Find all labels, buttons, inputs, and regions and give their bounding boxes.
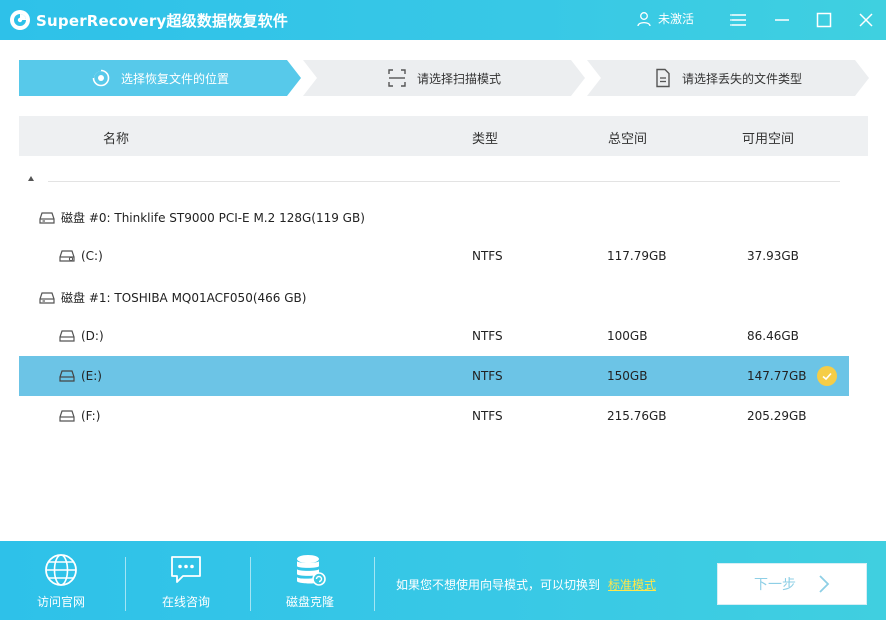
user-account[interactable]: 未激活	[636, 10, 694, 27]
divider	[374, 557, 375, 611]
partition-free: 147.77GB	[747, 369, 807, 383]
user-icon	[637, 11, 651, 26]
close-icon[interactable]	[856, 10, 876, 30]
menu-icon[interactable]	[729, 10, 749, 30]
partition-name: (F:)	[81, 409, 101, 423]
drive-icon	[59, 410, 75, 422]
partition-total: 215.76GB	[607, 409, 667, 423]
header-free: 可用空间	[742, 132, 795, 147]
partition-type: NTFS	[472, 369, 503, 383]
drive-icon	[59, 330, 75, 342]
minimize-icon[interactable]	[772, 10, 792, 30]
step-label: 请选择扫描模式	[416, 71, 501, 86]
step-label: 请选择丢失的文件类型	[681, 71, 802, 86]
disk-row[interactable]: 磁盘 #1: TOSHIBA MQ01ACF050(466 GB)	[19, 276, 849, 316]
divider	[250, 557, 251, 611]
mode-switch-hint: 如果您不想使用向导模式，可以切换到 标准模式	[396, 576, 656, 593]
app-title: SuperRecovery超级数据恢复软件	[36, 12, 289, 30]
partition-free: 86.46GB	[747, 329, 799, 343]
partition-name: (D:)	[81, 329, 104, 343]
partition-free: 37.93GB	[747, 249, 799, 263]
partition-type: NTFS	[472, 409, 503, 423]
disk-row[interactable]: 磁盘 #0: Thinklife ST9000 PCI-E M.2 128G(1…	[19, 196, 849, 236]
tree-collapse-toggle[interactable]	[28, 172, 840, 186]
partition-name: (C:)	[81, 249, 103, 263]
header-name: 名称	[103, 132, 130, 147]
globe-icon	[45, 554, 77, 586]
partition-type: NTFS	[472, 329, 503, 343]
collapse-arrow-icon[interactable]	[28, 176, 34, 181]
divider	[125, 557, 126, 611]
system-drive-icon	[59, 250, 75, 262]
hard-disk-icon	[39, 211, 55, 224]
next-step-button[interactable]: 下一步	[717, 563, 867, 605]
table-header: 名称 类型 总空间 可用空间	[19, 116, 868, 156]
document-icon	[656, 68, 670, 88]
app-logo-icon	[10, 10, 30, 30]
hint-text: 如果您不想使用向导模式，可以切换到	[396, 578, 601, 592]
disk-label: 磁盘 #1: TOSHIBA MQ01ACF050(466 GB)	[61, 291, 307, 305]
maximize-icon[interactable]	[814, 10, 834, 30]
title-bar: SuperRecovery超级数据恢复软件 未激活	[0, 0, 886, 40]
footer-label: 在线咨询	[161, 595, 210, 609]
disk-clone-button[interactable]: 磁盘克隆	[265, 553, 355, 610]
chevron-right-icon	[819, 575, 830, 593]
footer-label: 访问官网	[36, 595, 85, 609]
next-step-label: 下一步	[754, 577, 796, 593]
partition-total: 100GB	[607, 329, 648, 343]
partition-row-e[interactable]: (E:) NTFS 150GB 147.77GB	[19, 356, 849, 396]
chat-icon	[171, 556, 201, 583]
partition-name: (E:)	[81, 369, 102, 383]
standard-mode-link[interactable]: 标准模式	[608, 578, 656, 592]
online-consult-button[interactable]: 在线咨询	[141, 553, 231, 610]
scan-frame-icon	[388, 69, 406, 87]
user-status-label: 未激活	[658, 12, 695, 26]
divider	[48, 181, 840, 182]
partition-type: NTFS	[472, 249, 503, 263]
step-select-location[interactable]: 选择恢复文件的位置	[19, 60, 301, 96]
partition-row-d[interactable]: (D:) NTFS 100GB 86.46GB	[19, 316, 849, 356]
visit-website-button[interactable]: 访问官网	[16, 553, 106, 610]
hard-disk-icon	[39, 291, 55, 304]
location-target-icon	[91, 68, 110, 87]
drive-icon	[59, 370, 75, 382]
header-total: 总空间	[608, 132, 648, 147]
partition-free: 205.29GB	[747, 409, 807, 423]
selected-check-icon	[817, 366, 837, 386]
step-scan-mode[interactable]: 请选择扫描模式	[303, 60, 585, 96]
partition-total: 150GB	[607, 369, 648, 383]
footer-bar: 访问官网 在线咨询 磁盘克隆 如果您不想使用向导模式，可以切换到 标准模式 下一步	[0, 541, 886, 620]
header-type: 类型	[472, 132, 499, 147]
partition-row-f[interactable]: (F:) NTFS 215.76GB 205.29GB	[19, 396, 849, 436]
step-file-type[interactable]: 请选择丢失的文件类型	[587, 60, 869, 96]
wizard-steps: 选择恢复文件的位置 请选择扫描模式 请选择丢失的文件类型	[19, 60, 869, 96]
disk-label: 磁盘 #0: Thinklife ST9000 PCI-E M.2 128G(1…	[61, 211, 365, 225]
partition-total: 117.79GB	[607, 249, 667, 263]
database-clone-icon	[297, 555, 326, 586]
footer-label: 磁盘克隆	[285, 595, 334, 609]
step-label: 选择恢复文件的位置	[120, 71, 229, 86]
partition-row-c[interactable]: (C:) NTFS 117.79GB 37.93GB	[19, 236, 849, 276]
